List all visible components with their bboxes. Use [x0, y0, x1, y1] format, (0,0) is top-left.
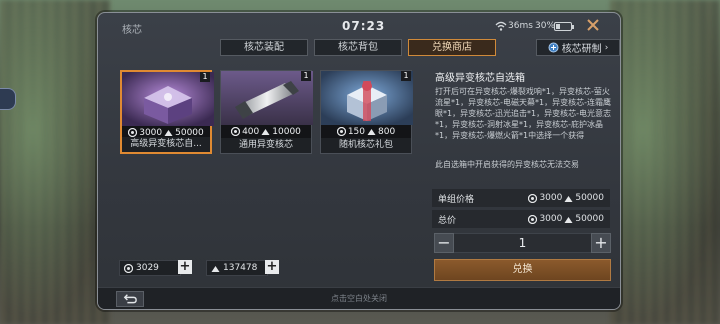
total-price-label: 总价 — [438, 215, 457, 226]
core-cylinder-icon — [221, 71, 313, 125]
item-name: 高级异变核芯自... — [122, 137, 210, 152]
battery-percent: 30% — [535, 21, 556, 31]
item-price-tokens: 10000 — [272, 126, 301, 137]
status-clock: 07:23 — [342, 19, 386, 33]
total-price-tokens: 50000 — [575, 214, 604, 224]
add-token-button[interactable]: + — [265, 260, 279, 274]
item-price-silver: 400 — [242, 126, 260, 137]
token-pile-icon — [564, 216, 573, 223]
silver-coin-icon — [528, 214, 538, 224]
item-price-silver: 3000 — [139, 127, 163, 138]
shop-item-general-core[interactable]: 1 400 10000 通用异变核芯 — [220, 70, 313, 154]
decrement-button[interactable]: − — [434, 233, 454, 253]
silver-balance: 3029 — [119, 260, 181, 276]
shop-item-advanced-core-box[interactable]: 1 3000 50000 高级异变核芯自... — [120, 70, 214, 154]
shop-item-random-core-pack[interactable]: 1 150 800 随机核芯礼包 — [320, 70, 413, 154]
tab-core-backpack[interactable]: 核芯背包 — [314, 39, 402, 56]
redeem-button[interactable]: 兑换 — [434, 259, 611, 281]
item-name: 随机核芯礼包 — [321, 138, 411, 153]
side-tab-handle[interactable] — [0, 88, 16, 110]
token-pile-icon — [164, 130, 173, 136]
unit-price-row: 单组价格 3000 50000 — [432, 189, 610, 207]
token-pile-icon — [564, 195, 573, 202]
item-price-row: 150 800 — [321, 125, 411, 138]
silver-coin-icon — [128, 128, 138, 137]
battery-icon — [554, 22, 574, 31]
item-price-silver: 150 — [347, 126, 365, 137]
tab-core-assembly[interactable]: 核芯装配 — [220, 39, 308, 56]
window-title: 核芯 — [122, 25, 142, 36]
item-quantity: 1 — [301, 71, 311, 81]
unit-price-tokens: 50000 — [575, 193, 604, 203]
footer-bar: 点击空白处关闭 — [98, 287, 620, 309]
token-pile-icon — [261, 129, 270, 135]
item-quantity: 1 — [200, 72, 210, 82]
token-balance-value: 137478 — [223, 263, 258, 273]
chevron-right-icon: › — [604, 42, 609, 53]
silver-coin-icon — [124, 263, 133, 273]
token-pile-icon — [367, 129, 376, 135]
game-world-backdrop-right — [610, 0, 720, 324]
item-price-row: 400 10000 — [221, 125, 311, 138]
item-name: 通用异变核芯 — [221, 138, 311, 153]
silver-balance-value: 3029 — [136, 263, 159, 273]
close-hint: 点击空白处关闭 — [331, 294, 387, 303]
item-price-tokens: 800 — [378, 126, 396, 137]
detail-trade-note: 此自选箱中开启获得的异变核芯无法交易 — [435, 160, 579, 169]
research-icon — [548, 42, 559, 53]
total-price-silver: 3000 — [539, 214, 563, 224]
unit-price-label: 单组价格 — [438, 194, 475, 205]
token-pile-icon — [211, 265, 220, 272]
add-silver-button[interactable]: + — [178, 260, 192, 274]
tab-exchange-shop[interactable]: 兑换商店 — [408, 39, 496, 56]
blue-chest-icon — [321, 71, 413, 125]
token-balance: 137478 — [206, 260, 268, 276]
quantity-stepper: − 1 + — [434, 232, 611, 254]
silver-coin-icon — [528, 193, 538, 203]
item-quantity: 1 — [401, 71, 411, 81]
item-price-tokens: 50000 — [175, 127, 204, 138]
total-price-row: 总价 3000 50000 — [432, 210, 610, 228]
ping-readout: 36ms — [508, 21, 533, 31]
increment-button[interactable]: + — [591, 233, 611, 253]
silver-coin-icon — [231, 127, 241, 136]
core-research-label: 核芯研制 — [561, 44, 602, 55]
game-world-backdrop-left — [0, 0, 110, 324]
core-research-button[interactable]: 核芯研制 › — [536, 39, 620, 56]
close-icon[interactable] — [585, 17, 601, 33]
unit-price-silver: 3000 — [539, 193, 563, 203]
quantity-value[interactable]: 1 — [454, 233, 591, 253]
core-shop-panel: 核芯 07:23 36ms 30% 核芯装配 核芯背包 兑换商店 核芯研制 › — [97, 12, 621, 310]
silver-coin-icon — [336, 127, 346, 136]
wifi-icon — [495, 21, 507, 31]
detail-title: 高级异变核芯自选箱 — [435, 73, 525, 84]
detail-description: 打开后可在异变核芯-爆裂戏响*1，异变核芯-萤火流星*1，异变核芯-电磁天幕*1… — [435, 87, 611, 140]
